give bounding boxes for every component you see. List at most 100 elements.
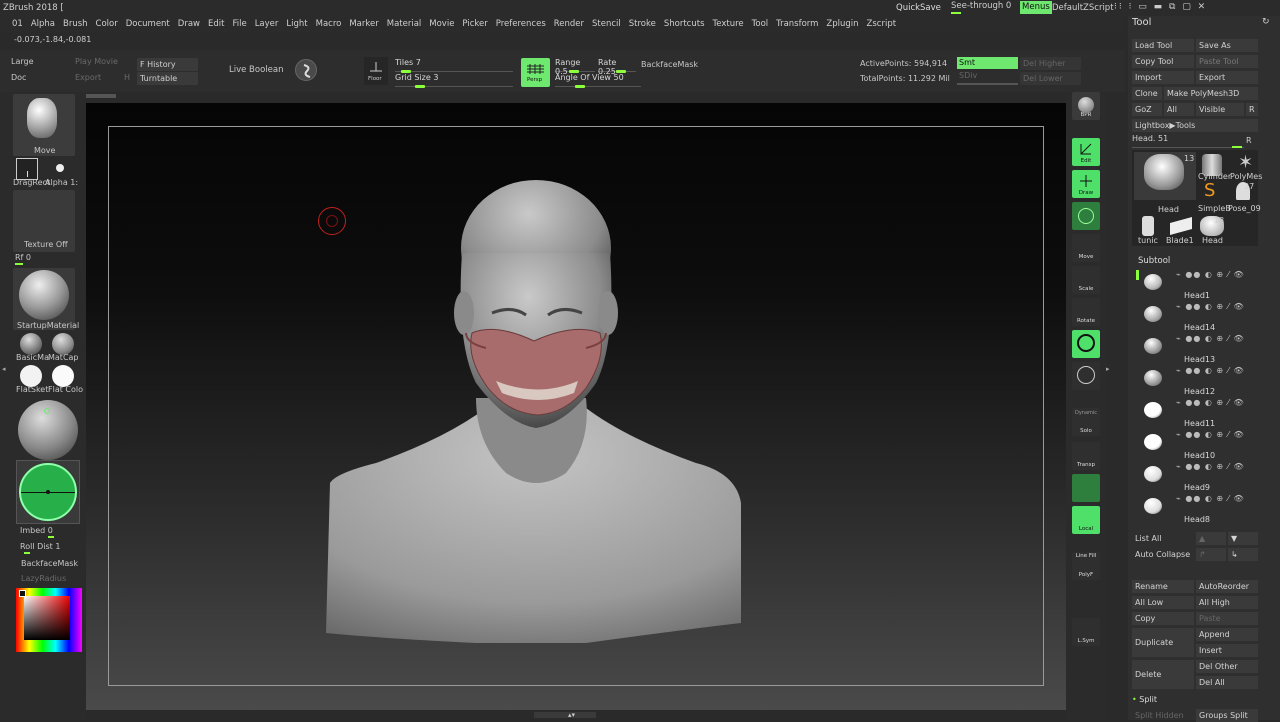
smt-toggle[interactable]: Smt bbox=[957, 57, 1018, 69]
del-higher-button[interactable]: Del Higher bbox=[1020, 57, 1081, 70]
subtool-row[interactable]: ⌁ ●● ◐ ⊕ ⁄ 👁 Head12 bbox=[1132, 364, 1272, 396]
rate-slider[interactable]: Rate 0.25 bbox=[598, 58, 636, 76]
sdiv-slider[interactable]: SDiv bbox=[957, 71, 1018, 85]
bpr-button[interactable]: BPR bbox=[1072, 92, 1100, 120]
subtool-toggles-icon[interactable]: ⌁ ●● ◐ ⊕ ⁄ 👁 bbox=[1176, 334, 1245, 343]
h-button[interactable]: H bbox=[124, 73, 130, 82]
polymesh-thumb-icon[interactable]: ✶ bbox=[1238, 152, 1253, 173]
live-boolean-button[interactable]: Live Boolean bbox=[229, 65, 283, 75]
menu-stencil[interactable]: Stencil bbox=[588, 16, 625, 32]
alpha-thumbnail[interactable] bbox=[56, 164, 64, 172]
export-button[interactable]: Export bbox=[1196, 71, 1258, 84]
main-color-swatch[interactable] bbox=[19, 590, 26, 597]
roll-dist-slider[interactable]: Roll Dist 1 bbox=[20, 542, 80, 554]
save-as-button[interactable]: Save As bbox=[1196, 39, 1258, 52]
menu-texture[interactable]: Texture bbox=[709, 16, 748, 32]
r-button-2[interactable]: R bbox=[1246, 136, 1252, 145]
subtool-toggles-icon[interactable]: ⌁ ●● ◐ ⊕ ⁄ 👁 bbox=[1176, 494, 1245, 503]
del-all-button[interactable]: Del All bbox=[1196, 676, 1258, 689]
menu-tool[interactable]: Tool bbox=[748, 16, 773, 32]
basic-material-icon[interactable] bbox=[20, 333, 42, 355]
clone-button[interactable]: Clone bbox=[1132, 87, 1162, 100]
subtool-toggles-icon[interactable]: ⌁ ●● ◐ ⊕ ⁄ 👁 bbox=[1176, 462, 1245, 471]
lazy-radius-slider[interactable]: LazyRadius bbox=[21, 574, 66, 583]
subtool-row[interactable]: ⌁ ●● ◐ ⊕ ⁄ 👁 Head14 bbox=[1132, 300, 1272, 332]
del-other-button[interactable]: Del Other bbox=[1196, 660, 1258, 673]
duplicate-button[interactable]: Duplicate bbox=[1132, 628, 1194, 657]
doc-button[interactable]: Doc bbox=[11, 73, 26, 82]
matcap-icon[interactable] bbox=[52, 333, 74, 355]
bottom-expand-icon[interactable]: ▴▾ bbox=[568, 711, 575, 719]
subtool-toggles-icon[interactable]: ⌁ ●● ◐ ⊕ ⁄ 👁 bbox=[1176, 398, 1245, 407]
polyf-button[interactable]: Line Fill PolyF bbox=[1072, 552, 1100, 580]
imbed-slider[interactable]: Imbed 0 bbox=[20, 526, 70, 538]
subtool-toggles-icon[interactable]: ⌁ ●● ◐ ⊕ ⁄ 👁 bbox=[1176, 366, 1245, 375]
menu-preferences[interactable]: Preferences bbox=[492, 16, 550, 32]
all-high-button[interactable]: All High bbox=[1196, 596, 1258, 609]
copy-button[interactable]: Copy bbox=[1132, 612, 1194, 625]
menu-light[interactable]: Light bbox=[282, 16, 311, 32]
arrow-up-right-icon[interactable]: ↱ bbox=[1196, 548, 1226, 561]
move-down-icon[interactable]: ▼ bbox=[1228, 532, 1258, 545]
quicksave-button[interactable]: QuickSave bbox=[896, 3, 941, 13]
menu-stroke[interactable]: Stroke bbox=[625, 16, 660, 32]
subtool-row[interactable]: ⌁ ●● ◐ ⊕ ⁄ 👁 Head9 bbox=[1132, 460, 1272, 492]
solo-button[interactable]: Dynamic Solo bbox=[1072, 408, 1100, 436]
document-canvas[interactable] bbox=[86, 103, 1066, 710]
local-button[interactable]: Local bbox=[1072, 506, 1100, 534]
menu-macro[interactable]: Macro bbox=[312, 16, 346, 32]
menu-brush[interactable]: Brush bbox=[59, 16, 92, 32]
paste-button[interactable]: Paste bbox=[1196, 612, 1258, 625]
import-button[interactable]: Import bbox=[1132, 71, 1194, 84]
del-lower-button[interactable]: Del Lower bbox=[1020, 72, 1081, 85]
flat-color-icon[interactable] bbox=[52, 365, 74, 387]
menu-edit[interactable]: Edit bbox=[204, 16, 228, 32]
visible-button[interactable]: Visible bbox=[1196, 103, 1244, 116]
menu-transform[interactable]: Transform bbox=[772, 16, 822, 32]
menu-document[interactable]: Document bbox=[122, 16, 174, 32]
draw-button[interactable]: Draw bbox=[1072, 170, 1100, 198]
angle-of-view-slider[interactable]: Angle Of View 50 bbox=[555, 73, 641, 88]
list-all-button[interactable]: List All bbox=[1132, 532, 1194, 545]
viewport[interactable] bbox=[86, 103, 1066, 710]
split-header[interactable]: • Split bbox=[1132, 695, 1157, 704]
lightbox-sphere-icon[interactable] bbox=[18, 400, 78, 460]
ghost-button[interactable] bbox=[1072, 474, 1100, 502]
subtool-row[interactable]: ⌁ ●● ◐ ⊕ ⁄ 👁 Head13 bbox=[1132, 332, 1272, 364]
window-controls-icon[interactable]: ⁝⁝ ⁝ ▭ ▬ ⧉ ▢ ✕ bbox=[1114, 2, 1207, 12]
scale-button[interactable]: Scale bbox=[1072, 266, 1100, 294]
subtool-row[interactable]: ⌁ ●● ◐ ⊕ ⁄ 👁 Head11 bbox=[1132, 396, 1272, 428]
lsym-button[interactable]: L.Sym bbox=[1072, 618, 1100, 646]
rename-button[interactable]: Rename bbox=[1132, 580, 1194, 593]
transp-button[interactable]: Transp bbox=[1072, 442, 1100, 470]
color-picker[interactable] bbox=[16, 588, 82, 652]
move-button[interactable]: Move bbox=[1072, 234, 1100, 262]
menus-toggle[interactable]: Menus bbox=[1020, 1, 1052, 14]
menu-01[interactable]: 01 bbox=[8, 16, 27, 32]
range-slider[interactable]: Range 0.5 bbox=[555, 58, 595, 76]
subtool-row[interactable]: ⌁ ●● ◐ ⊕ ⁄ 👁 Head10 bbox=[1132, 428, 1272, 460]
export-button[interactable]: Export bbox=[75, 73, 101, 82]
menu-draw[interactable]: Draw bbox=[174, 16, 204, 32]
split-hidden-button[interactable]: Split Hidden bbox=[1132, 709, 1194, 722]
delete-button[interactable]: Delete bbox=[1132, 660, 1194, 689]
xpose-button[interactable] bbox=[1072, 362, 1100, 390]
menu-layer[interactable]: Layer bbox=[251, 16, 283, 32]
color-picker-main[interactable] bbox=[16, 460, 80, 524]
persp-button[interactable]: Persp bbox=[521, 58, 550, 87]
auto-collapse-button[interactable]: Auto Collapse bbox=[1132, 548, 1194, 561]
frame-button[interactable] bbox=[1072, 330, 1100, 358]
append-button[interactable]: Append bbox=[1196, 628, 1258, 641]
lightbox-tools-button[interactable]: Lightbox▶Tools bbox=[1132, 119, 1258, 132]
groups-split-button[interactable]: Groups Split bbox=[1196, 709, 1258, 722]
goz-button[interactable]: GoZ bbox=[1132, 103, 1162, 116]
tool-thumb-head[interactable]: 13 Head bbox=[1134, 152, 1196, 214]
right-collapse-icon[interactable]: ▸ bbox=[1106, 365, 1110, 373]
menu-movie[interactable]: Movie bbox=[425, 16, 458, 32]
rotate-button[interactable]: Rotate bbox=[1072, 298, 1100, 326]
play-movie-button[interactable]: Play Movie bbox=[75, 57, 118, 66]
menu-file[interactable]: File bbox=[228, 16, 250, 32]
large-button[interactable]: Large bbox=[11, 57, 34, 66]
arrow-down-right-icon[interactable]: ↳ bbox=[1228, 548, 1258, 561]
backface-mask-button[interactable]: BackfaceMask bbox=[641, 60, 698, 69]
